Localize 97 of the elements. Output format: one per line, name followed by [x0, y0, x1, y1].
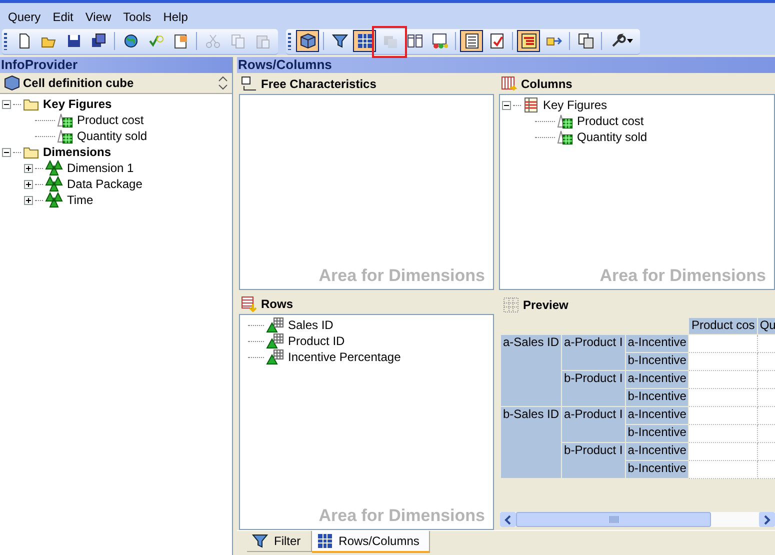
row-header: a-Product I	[562, 334, 626, 370]
wrench-icon	[610, 33, 626, 49]
columns-icon	[501, 76, 517, 92]
save-all-icon	[90, 33, 106, 49]
expand-toggle[interactable]	[24, 164, 33, 172]
row-header: a-Incentive	[625, 406, 689, 424]
tree-item[interactable]: Product cost	[575, 114, 644, 128]
row-header: b-Product I	[562, 442, 626, 478]
toolbar-button[interactable]	[460, 30, 483, 52]
column-header: Product cos	[688, 318, 758, 334]
copy-icon	[230, 33, 246, 49]
infoprovider-name: Cell definition cube	[23, 76, 134, 90]
tab[interactable]: Rows/Columns	[312, 531, 430, 553]
drop-hint: Area for Dimensions	[318, 506, 485, 526]
expand-toggle[interactable]	[24, 180, 33, 188]
tree-item[interactable]: Quantity sold	[575, 130, 648, 144]
list-icon	[464, 33, 480, 49]
chevron-left-icon	[504, 514, 512, 524]
row-header: b-Incentive	[625, 424, 689, 442]
key-figure-icon	[57, 112, 73, 128]
tree-item[interactable]: Key Figures	[541, 98, 608, 112]
toolbar-button[interactable]	[296, 30, 319, 52]
filter-icon	[252, 533, 268, 549]
filter-icon	[332, 33, 348, 49]
tree-item[interactable]: Dimensions	[41, 145, 112, 159]
grip-icon	[608, 516, 618, 523]
tree-item[interactable]: Data Package	[65, 177, 142, 191]
toolbar-button[interactable]	[353, 30, 376, 52]
grid-icon	[503, 297, 519, 313]
scissors-icon	[204, 33, 220, 49]
tree-list-icon	[520, 33, 536, 49]
tree-item[interactable]: Key Figures	[41, 97, 112, 111]
tree-item[interactable]: Incentive Percentage	[286, 350, 401, 364]
menu-item[interactable]: Help	[157, 10, 194, 24]
characteristic-icon	[266, 349, 284, 365]
sort-arrows-icon	[218, 76, 228, 90]
panel-title: InfoProvider	[0, 57, 232, 73]
chevron-right-icon	[763, 514, 771, 524]
tree-item[interactable]: Dimension 1	[65, 161, 134, 175]
row-header: b-Incentive	[625, 352, 689, 370]
cube-icon	[300, 33, 316, 49]
panel-title: Rows/Columns	[237, 57, 775, 73]
save-icon	[66, 33, 82, 49]
row-header: a-Incentive	[625, 334, 689, 352]
tree-item[interactable]: Quantity sold	[75, 129, 148, 143]
menu-item[interactable]: Query	[2, 10, 47, 24]
row-header: b-Product I	[562, 370, 626, 406]
tree-item[interactable]: Time	[65, 193, 94, 207]
drop-hint: Area for Dimensions	[600, 266, 766, 286]
row-header: a-Product I	[562, 406, 626, 442]
key-figure-icon	[557, 129, 573, 145]
column-header: Qu	[757, 318, 775, 334]
section-title: Rows	[261, 296, 294, 310]
row-header: a-Incentive	[625, 442, 689, 460]
toolbar-button[interactable]	[517, 30, 540, 52]
characteristic-icon	[266, 317, 284, 333]
globe-icon	[122, 33, 138, 49]
columns-icon	[406, 33, 422, 49]
characteristic-icon	[266, 333, 284, 349]
tree-item[interactable]: Product ID	[286, 334, 345, 348]
dimension-icon	[45, 160, 63, 176]
section-title: Preview	[523, 298, 568, 312]
dimension-icon	[45, 192, 63, 208]
collapse-toggle[interactable]	[2, 148, 11, 156]
menu-item[interactable]: Tools	[117, 10, 158, 24]
row-header: b-Incentive	[625, 388, 689, 406]
collapse-toggle[interactable]	[502, 100, 511, 110]
row-header: a-Incentive	[625, 370, 689, 388]
tree-item[interactable]: Sales ID	[286, 318, 334, 332]
document-grid-icon	[172, 33, 188, 49]
collapse-toggle[interactable]	[2, 100, 11, 108]
tab[interactable]: Filter	[247, 531, 312, 552]
key-figure-icon	[557, 113, 573, 129]
chart-monitor-icon	[432, 33, 448, 49]
dimension-icon	[45, 176, 63, 192]
row-header: b-Incentive	[625, 460, 689, 478]
free-characteristics-icon	[241, 76, 257, 92]
drop-hint: Area for Dimensions	[318, 266, 485, 286]
cube-icon	[4, 75, 20, 91]
section-title: Columns	[521, 76, 572, 90]
menu-item[interactable]: View	[79, 10, 118, 24]
row-header: b-Sales ID	[500, 406, 562, 478]
checklist-icon	[488, 33, 504, 49]
drop-area[interactable]: Key Figures Product cost Quantity sold Area for Dimensions	[499, 94, 775, 290]
key-figure-icon	[57, 128, 73, 144]
expand-toggle[interactable]	[24, 196, 33, 204]
horizontal-scrollbar[interactable]	[500, 512, 775, 527]
rows-icon	[241, 296, 257, 312]
check-question-icon	[148, 33, 164, 49]
structure-icon	[523, 97, 539, 113]
menu-item[interactable]: Edit	[46, 10, 80, 24]
paste-icon	[254, 33, 270, 49]
drop-area[interactable]: Sales ID Product ID Incentive Percentage Area for Dimensions	[239, 314, 494, 530]
tree-item[interactable]: Product cost	[75, 113, 144, 127]
documents-icon	[578, 33, 594, 49]
row-header: a-Sales ID	[500, 334, 562, 406]
section-title: Free Characteristics	[261, 76, 376, 90]
